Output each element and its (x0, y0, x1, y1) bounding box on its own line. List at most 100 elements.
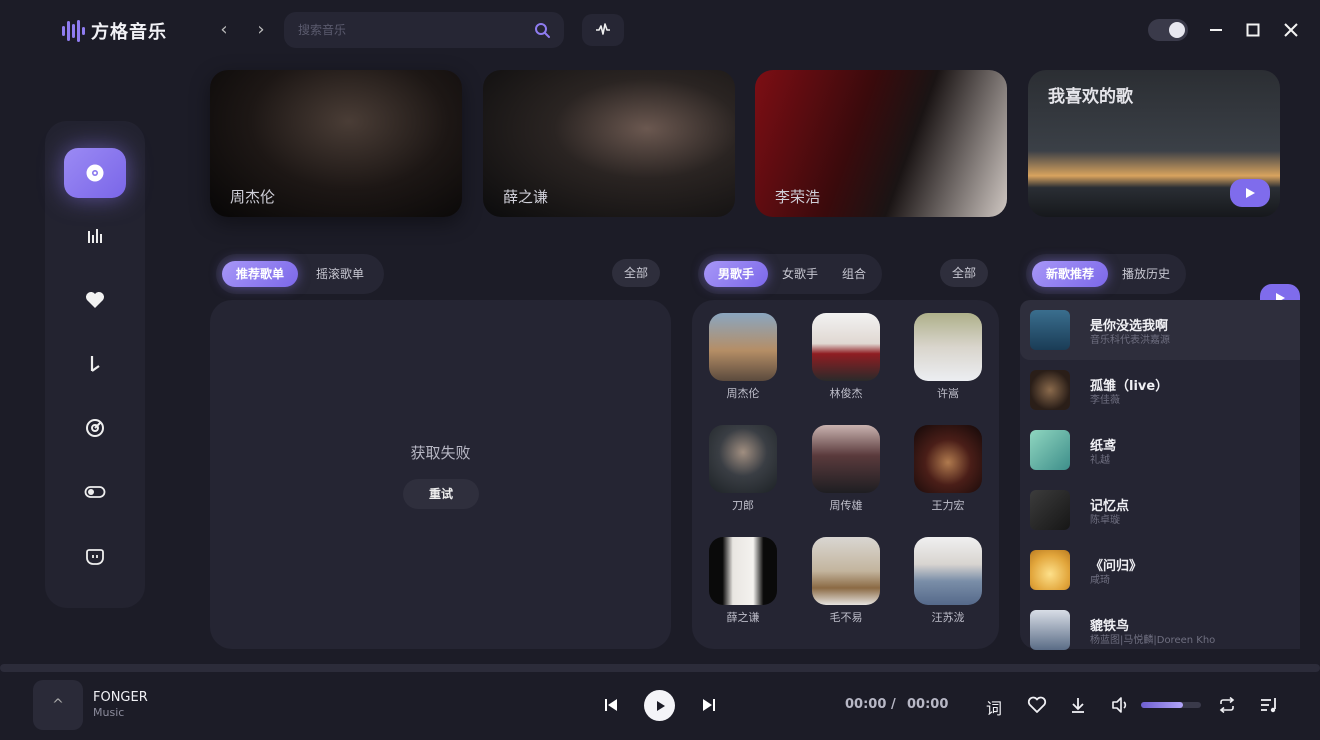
forward-button[interactable]: › (250, 19, 272, 41)
banner-card-1[interactable]: 周杰伦 (210, 70, 462, 217)
banner-card-2[interactable]: 薛之谦 (483, 70, 735, 217)
singer-card[interactable]: 许嵩 (913, 313, 983, 401)
retry-button[interactable]: 重试 (403, 479, 479, 509)
audio-visualizer-button[interactable] (582, 14, 624, 46)
logo-wave-icon (62, 19, 85, 43)
song-item[interactable]: 《问归》 咸琦 (1020, 540, 1300, 600)
expand-player-button[interactable]: ^ (33, 680, 83, 730)
singer-card[interactable]: 汪苏泷 (913, 537, 983, 625)
tab-recommended-playlists[interactable]: 推荐歌单 (222, 261, 299, 287)
song-cover (1030, 490, 1070, 530)
singer-name: 薛之谦 (726, 611, 760, 624)
sidebar-item-discover[interactable] (64, 148, 126, 198)
play-favorites-button[interactable] (1230, 179, 1270, 207)
singer-card[interactable]: 周传雄 (811, 425, 881, 513)
download-icon (1072, 698, 1084, 713)
singer-name: 林俊杰 (829, 387, 863, 400)
playlist-queue-button[interactable] (1258, 695, 1280, 715)
playlists-all-button[interactable]: 全部 (612, 259, 661, 287)
volume-button[interactable] (1110, 695, 1130, 715)
now-playing-title: FONGER (93, 690, 148, 705)
maximize-button[interactable] (1243, 20, 1263, 40)
volume-slider[interactable] (1141, 702, 1201, 708)
search-input[interactable] (298, 20, 518, 40)
avatar (914, 537, 982, 605)
singer-card[interactable]: 林俊杰 (811, 313, 881, 401)
close-icon (1284, 23, 1298, 37)
song-item[interactable]: 记忆点 陈卓璇 (1020, 480, 1300, 540)
tab-rock-playlists[interactable]: 摇滚歌单 (302, 261, 378, 287)
now-playing-artist: Music (93, 706, 125, 719)
previous-button[interactable] (601, 695, 621, 715)
back-button[interactable]: ‹ (213, 19, 235, 41)
singer-card[interactable]: 周杰伦 (708, 313, 778, 401)
skip-forward-icon (703, 699, 715, 711)
singer-name: 汪苏泷 (931, 611, 965, 624)
singer-card[interactable]: 薛之谦 (708, 537, 778, 625)
sidebar-item-settings[interactable] (64, 467, 126, 517)
tab-new-songs[interactable]: 新歌推荐 (1032, 261, 1109, 287)
play-pause-button[interactable] (644, 690, 675, 721)
sidebar-item-profile[interactable] (64, 531, 126, 581)
avatar (709, 425, 777, 493)
banner-title: 我喜欢的歌 (1048, 87, 1133, 107)
tab-female-singers[interactable]: 女歌手 (772, 261, 828, 287)
time-separator: / (891, 697, 896, 712)
search-icon[interactable] (534, 22, 551, 39)
singer-name: 周杰伦 (726, 387, 760, 400)
singer-name: 许嵩 (937, 387, 959, 400)
music-note-icon (90, 356, 100, 372)
sidebar-item-charts[interactable] (64, 211, 126, 261)
song-item[interactable]: 孤雏（live） 李佳薇 (1020, 360, 1300, 420)
tab-play-history[interactable]: 播放历史 (1112, 261, 1180, 287)
singer-name: 刀郎 (732, 499, 754, 512)
song-cover (1030, 370, 1070, 410)
sidebar-item-radio[interactable] (64, 403, 126, 453)
app-logo: 方格音乐 (62, 18, 167, 44)
singer-name: 王力宏 (931, 499, 965, 512)
singers-all-button[interactable]: 全部 (940, 259, 989, 287)
singer-name: 毛不易 (829, 611, 863, 624)
total-time: 00:00 (907, 697, 949, 712)
error-message: 获取失败 (410, 444, 471, 462)
song-cover (1030, 430, 1070, 470)
singer-card[interactable]: 王力宏 (913, 425, 983, 513)
tab-groups[interactable]: 组合 (832, 261, 876, 287)
play-icon (1246, 188, 1255, 198)
play-icon (656, 700, 665, 711)
like-button[interactable] (1026, 695, 1048, 715)
avatar (709, 313, 777, 381)
song-artist: 杨蓝图|马悦麟|Doreen Kho (1090, 635, 1216, 646)
repeat-icon (1219, 697, 1235, 713)
current-time: 00:00 (845, 697, 887, 712)
banner-card-3[interactable]: 李荣浩 (755, 70, 1007, 217)
pulse-icon (596, 23, 610, 35)
download-button[interactable] (1068, 695, 1088, 715)
song-cover (1030, 550, 1070, 590)
song-tabs: 新歌推荐 播放历史 (1026, 254, 1187, 294)
sidebar-item-favorites[interactable] (64, 275, 126, 325)
lyrics-button[interactable]: 词 (986, 695, 1002, 719)
face-icon (86, 549, 104, 565)
playlist-panel: 获取失败 重试 (210, 300, 671, 649)
song-item[interactable]: 是你没选我啊 音乐科代表洪嘉源 (1020, 300, 1300, 360)
search-box (284, 12, 564, 48)
next-button[interactable] (699, 695, 719, 715)
minimize-button[interactable] (1206, 20, 1226, 40)
song-item[interactable]: 貔铁鸟 杨蓝图|马悦麟|Doreen Kho (1020, 600, 1300, 660)
banner-label: 周杰伦 (230, 188, 276, 206)
maximize-icon (1246, 23, 1260, 37)
song-item[interactable]: 纸鸢 礼越 (1020, 420, 1300, 480)
song-artist: 李佳薇 (1090, 395, 1120, 406)
repeat-button[interactable] (1216, 695, 1238, 715)
skip-back-icon (605, 699, 617, 711)
sidebar-item-music[interactable] (64, 339, 126, 389)
banner-card-favorites[interactable]: 我喜欢的歌 (1028, 70, 1280, 217)
singer-card[interactable]: 刀郎 (708, 425, 778, 513)
close-button[interactable] (1281, 20, 1301, 40)
theme-toggle[interactable] (1148, 19, 1188, 41)
target-icon (86, 419, 104, 437)
playback-progress-bar[interactable] (0, 664, 1320, 672)
singer-card[interactable]: 毛不易 (811, 537, 881, 625)
tab-male-singers[interactable]: 男歌手 (704, 261, 769, 287)
